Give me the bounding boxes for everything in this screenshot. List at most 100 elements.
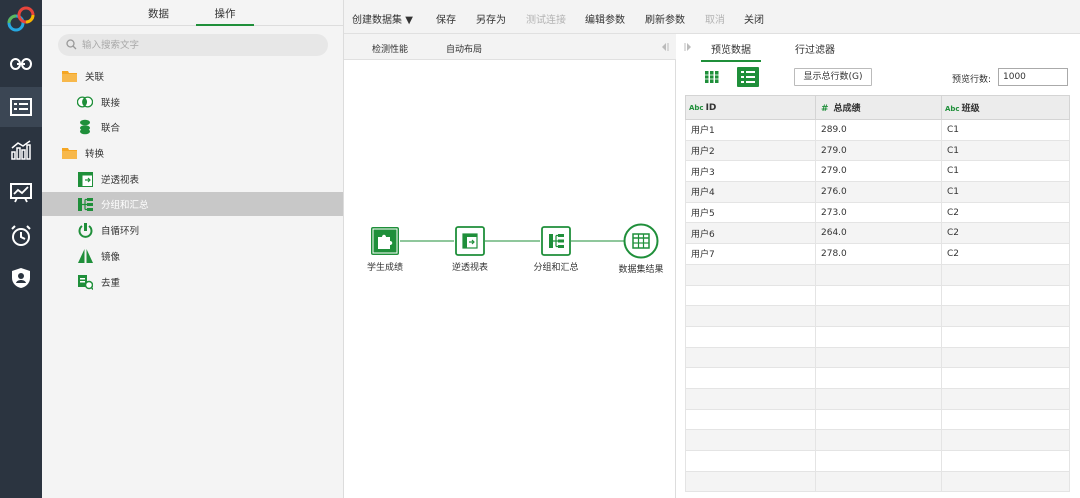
tab-operations[interactable]: 操作 [196,6,254,26]
table-row[interactable]: 用户3 279.0 C1 [685,160,1070,183]
table-row[interactable] [685,346,1070,369]
table-row[interactable]: 用户5 273.0 C2 [685,201,1070,224]
node-dataset-result[interactable] [623,223,659,259]
table-cell[interactable] [815,408,942,431]
dashboard-icon[interactable] [0,173,42,213]
flow-canvas[interactable]: 学生成绩 逆透视表 分组和汇总 数据集结果 [344,60,676,498]
table-cell[interactable] [685,284,816,307]
node-unpivot[interactable] [455,226,485,256]
save-button[interactable]: 保存 [436,11,456,26]
table-cell[interactable] [815,263,942,286]
table-cell[interactable] [941,346,1070,369]
table-cell[interactable]: 279.0 [815,139,942,162]
table-cell[interactable] [815,346,942,369]
table-cell[interactable]: 用户2 [685,139,816,162]
tab-preview-data[interactable]: 预览数据 [701,41,761,62]
table-cell[interactable] [815,367,942,389]
table-cell[interactable] [815,429,942,451]
table-cell[interactable]: 用户1 [685,119,816,141]
table-cell[interactable] [941,305,1070,327]
table-row[interactable]: 用户7 278.0 C2 [685,243,1070,265]
table-row[interactable] [685,263,1070,286]
table-cell[interactable] [815,284,942,307]
close-button[interactable]: 关闭 [744,11,764,26]
table-cell[interactable] [941,408,1070,431]
table-row[interactable]: 用户4 276.0 C1 [685,181,1070,203]
table-row[interactable] [685,470,1070,493]
chart-icon[interactable] [0,130,42,170]
table-cell[interactable] [815,450,942,472]
table-row[interactable] [685,325,1070,348]
tree-item-join[interactable]: 联接 [42,90,343,114]
table-cell[interactable] [685,408,816,431]
tree-item-group-summary[interactable]: 分组和汇总 [42,192,343,216]
table-cell[interactable] [941,429,1070,451]
table-row[interactable] [685,408,1070,431]
tree-item-dedupe[interactable]: 去重 [42,270,343,294]
table-cell[interactable]: 289.0 [815,119,942,141]
link-icon[interactable] [0,44,42,84]
table-cell[interactable]: 用户6 [685,222,816,245]
table-cell[interactable] [941,470,1070,493]
table-cell[interactable] [685,367,816,389]
table-row[interactable] [685,284,1070,307]
table-cell[interactable]: 276.0 [815,181,942,203]
table-row[interactable]: 用户6 264.0 C2 [685,222,1070,245]
tree-item-unpivot[interactable]: 逆透视表 [42,167,343,191]
table-row[interactable] [685,305,1070,327]
table-cell[interactable] [941,263,1070,286]
node-student-scores[interactable] [370,226,400,256]
table-row[interactable] [685,367,1070,389]
table-cell[interactable] [685,263,816,286]
tree-folder-transform[interactable]: 转换 [42,141,343,165]
table-cell[interactable]: C1 [941,181,1070,203]
table-cell[interactable]: 278.0 [815,243,942,265]
table-row[interactable] [685,429,1070,451]
table-cell[interactable] [685,305,816,327]
tree-item-loop-column[interactable]: 自循环列 [42,218,343,242]
table-cell[interactable]: 用户5 [685,201,816,224]
table-cell[interactable]: C1 [941,139,1070,162]
dataset-icon[interactable] [0,87,42,127]
node-group-summary[interactable] [541,226,571,256]
column-header-id[interactable]: Abc ID [685,95,816,120]
table-cell[interactable] [685,429,816,451]
table-cell[interactable] [685,450,816,472]
search-box[interactable] [58,34,328,56]
table-cell[interactable]: 273.0 [815,201,942,224]
test-connection-button[interactable]: 测试连接 [526,11,566,26]
table-cell[interactable] [941,387,1070,410]
table-cell[interactable] [815,305,942,327]
table-cell[interactable]: C1 [941,119,1070,141]
table-cell[interactable] [941,367,1070,389]
create-dataset-button[interactable]: 创建数据集 ▼ [352,11,413,26]
table-cell[interactable] [941,284,1070,307]
column-view-icon[interactable] [705,71,719,83]
table-cell[interactable] [685,325,816,348]
table-cell[interactable]: C2 [941,243,1070,265]
table-row[interactable]: 用户2 279.0 C1 [685,139,1070,162]
table-cell[interactable]: 用户4 [685,181,816,203]
edit-params-button[interactable]: 编辑参数 [585,11,625,26]
table-cell[interactable]: C2 [941,222,1070,245]
tab-row-filter[interactable]: 行过滤器 [795,41,835,56]
table-cell[interactable]: 279.0 [815,160,942,183]
table-cell[interactable]: 264.0 [815,222,942,245]
schedule-icon[interactable] [0,216,42,256]
tree-folder-relation[interactable]: 关联 [42,64,343,88]
collapse-right-icon[interactable] [683,42,693,52]
table-cell[interactable] [815,387,942,410]
tree-item-union[interactable]: 联合 [42,115,343,139]
table-cell[interactable]: C2 [941,201,1070,224]
save-as-button[interactable]: 另存为 [476,11,506,26]
table-cell[interactable] [685,346,816,369]
table-cell[interactable]: C1 [941,160,1070,183]
list-view-icon[interactable] [737,67,759,87]
table-cell[interactable]: 用户7 [685,243,816,265]
table-row[interactable] [685,387,1070,410]
search-input[interactable] [82,37,312,53]
check-performance-button[interactable]: 检测性能 [372,42,408,55]
table-row[interactable]: 用户1 289.0 C1 [685,119,1070,141]
cancel-button[interactable]: 取消 [705,11,725,26]
table-row[interactable] [685,450,1070,472]
